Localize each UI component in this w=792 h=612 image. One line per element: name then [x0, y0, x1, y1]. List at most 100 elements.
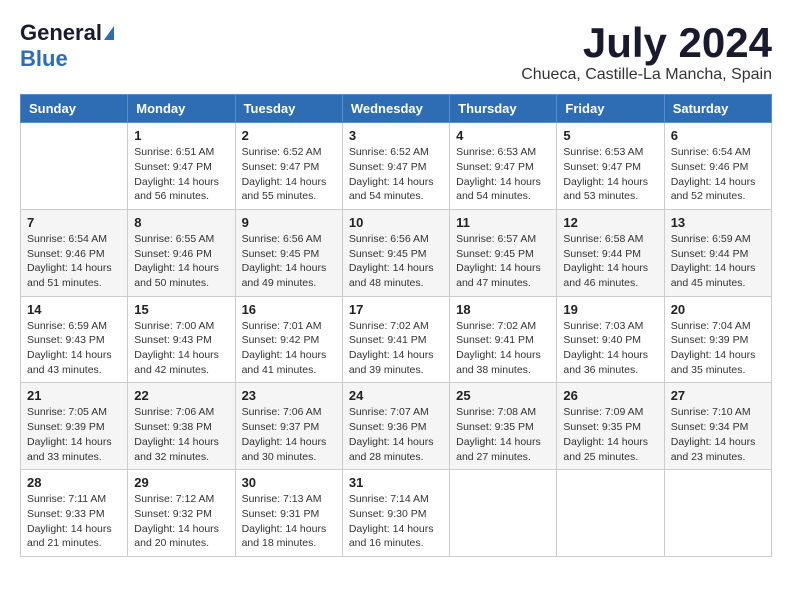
day-number: 20: [671, 302, 765, 317]
calendar-cell: 18 Sunrise: 7:02 AMSunset: 9:41 PMDayligh…: [450, 296, 557, 383]
weekday-header-wednesday: Wednesday: [342, 95, 449, 123]
day-number: 10: [349, 215, 443, 230]
day-number: 4: [456, 128, 550, 143]
day-info: Sunrise: 7:02 AMSunset: 9:41 PMDaylight:…: [349, 319, 443, 378]
weekday-header-thursday: Thursday: [450, 95, 557, 123]
weekday-header-friday: Friday: [557, 95, 664, 123]
day-info: Sunrise: 7:09 AMSunset: 9:35 PMDaylight:…: [563, 405, 657, 464]
calendar-cell: 16Sunrise: 7:01 AMSunset: 9:42 PMDayligh…: [235, 296, 342, 383]
calendar-cell: 11Sunrise: 6:57 AMSunset: 9:45 PMDayligh…: [450, 209, 557, 296]
day-number: 31: [349, 475, 443, 490]
day-info: Sunrise: 6:56 AMSunset: 9:45 PMDaylight:…: [349, 232, 443, 291]
week-row-4: 21 Sunrise: 7:05 AMSunset: 9:39 PMDayligh…: [21, 383, 772, 470]
day-number: 19: [563, 302, 657, 317]
weekday-header-saturday: Saturday: [664, 95, 771, 123]
calendar-cell: 28Sunrise: 7:11 AMSunset: 9:33 PMDayligh…: [21, 470, 128, 557]
calendar-cell: 13Sunrise: 6:59 AMSunset: 9:44 PMDayligh…: [664, 209, 771, 296]
logo-general-text: General: [20, 20, 102, 46]
day-number: 5: [563, 128, 657, 143]
day-number: 9: [242, 215, 336, 230]
day-info: Sunrise: 6:57 AMSunset: 9:45 PMDaylight:…: [456, 232, 550, 291]
calendar-cell: 19 Sunrise: 7:03 AMSunset: 9:40 PMDayligh…: [557, 296, 664, 383]
day-info: Sunrise: 6:59 AMSunset: 9:43 PMDaylight:…: [27, 319, 121, 378]
day-number: 26: [563, 388, 657, 403]
day-number: 12: [563, 215, 657, 230]
weekday-header-tuesday: Tuesday: [235, 95, 342, 123]
calendar-cell: 23 Sunrise: 7:06 AMSunset: 9:37 PMDayligh…: [235, 383, 342, 470]
day-number: 2: [242, 128, 336, 143]
day-info: Sunrise: 6:53 AMSunset: 9:47 PMDaylight:…: [563, 145, 657, 204]
calendar-cell: 29 Sunrise: 7:12 AMSunset: 9:32 PMDayligh…: [128, 470, 235, 557]
calendar-cell: 27 Sunrise: 7:10 AMSunset: 9:34 PMDayligh…: [664, 383, 771, 470]
calendar-cell: [557, 470, 664, 557]
week-row-2: 7 Sunrise: 6:54 AMSunset: 9:46 PMDaylight…: [21, 209, 772, 296]
calendar-cell: 31 Sunrise: 7:14 AMSunset: 9:30 PMDayligh…: [342, 470, 449, 557]
day-info: Sunrise: 6:54 AMSunset: 9:46 PMDaylight:…: [27, 232, 121, 291]
day-number: 7: [27, 215, 121, 230]
day-number: 14: [27, 302, 121, 317]
calendar-cell: 22Sunrise: 7:06 AMSunset: 9:38 PMDayligh…: [128, 383, 235, 470]
calendar-cell: 17Sunrise: 7:02 AMSunset: 9:41 PMDayligh…: [342, 296, 449, 383]
day-info: Sunrise: 6:51 AMSunset: 9:47 PMDaylight:…: [134, 145, 228, 204]
calendar-cell: 10 Sunrise: 6:56 AMSunset: 9:45 PMDayligh…: [342, 209, 449, 296]
month-title: July 2024: [521, 20, 772, 66]
calendar-cell: [21, 123, 128, 210]
calendar-cell: 2 Sunrise: 6:52 AMSunset: 9:47 PMDaylight…: [235, 123, 342, 210]
calendar-cell: 8Sunrise: 6:55 AMSunset: 9:46 PMDaylight…: [128, 209, 235, 296]
day-number: 27: [671, 388, 765, 403]
calendar-cell: [450, 470, 557, 557]
day-number: 25: [456, 388, 550, 403]
calendar-cell: 20 Sunrise: 7:04 AMSunset: 9:39 PMDayligh…: [664, 296, 771, 383]
calendar-cell: 21 Sunrise: 7:05 AMSunset: 9:39 PMDayligh…: [21, 383, 128, 470]
day-number: 24: [349, 388, 443, 403]
day-info: Sunrise: 7:06 AMSunset: 9:37 PMDaylight:…: [242, 405, 336, 464]
day-info: Sunrise: 7:14 AMSunset: 9:30 PMDaylight:…: [349, 492, 443, 551]
title-area: July 2024 Chueca, Castille-La Mancha, Sp…: [521, 20, 772, 84]
day-number: 23: [242, 388, 336, 403]
day-info: Sunrise: 6:55 AMSunset: 9:46 PMDaylight:…: [134, 232, 228, 291]
day-info: Sunrise: 7:07 AMSunset: 9:36 PMDaylight:…: [349, 405, 443, 464]
day-info: Sunrise: 6:58 AMSunset: 9:44 PMDaylight:…: [563, 232, 657, 291]
day-info: Sunrise: 7:12 AMSunset: 9:32 PMDaylight:…: [134, 492, 228, 551]
day-number: 1: [134, 128, 228, 143]
day-info: Sunrise: 7:05 AMSunset: 9:39 PMDaylight:…: [27, 405, 121, 464]
calendar-cell: 6Sunrise: 6:54 AMSunset: 9:46 PMDaylight…: [664, 123, 771, 210]
calendar-cell: 26 Sunrise: 7:09 AMSunset: 9:35 PMDayligh…: [557, 383, 664, 470]
day-info: Sunrise: 6:56 AMSunset: 9:45 PMDaylight:…: [242, 232, 336, 291]
day-info: Sunrise: 6:52 AMSunset: 9:47 PMDaylight:…: [349, 145, 443, 204]
day-number: 18: [456, 302, 550, 317]
day-info: Sunrise: 6:54 AMSunset: 9:46 PMDaylight:…: [671, 145, 765, 204]
location-title: Chueca, Castille-La Mancha, Spain: [521, 66, 772, 84]
day-info: Sunrise: 7:00 AMSunset: 9:43 PMDaylight:…: [134, 319, 228, 378]
calendar-cell: 15 Sunrise: 7:00 AMSunset: 9:43 PMDayligh…: [128, 296, 235, 383]
calendar-cell: 14 Sunrise: 6:59 AMSunset: 9:43 PMDayligh…: [21, 296, 128, 383]
calendar-cell: 5 Sunrise: 6:53 AMSunset: 9:47 PMDaylight…: [557, 123, 664, 210]
week-row-5: 28Sunrise: 7:11 AMSunset: 9:33 PMDayligh…: [21, 470, 772, 557]
day-info: Sunrise: 6:52 AMSunset: 9:47 PMDaylight:…: [242, 145, 336, 204]
day-info: Sunrise: 7:02 AMSunset: 9:41 PMDaylight:…: [456, 319, 550, 378]
weekday-header-row: SundayMondayTuesdayWednesdayThursdayFrid…: [21, 95, 772, 123]
calendar-cell: 9 Sunrise: 6:56 AMSunset: 9:45 PMDaylight…: [235, 209, 342, 296]
day-info: Sunrise: 7:10 AMSunset: 9:34 PMDaylight:…: [671, 405, 765, 464]
weekday-header-sunday: Sunday: [21, 95, 128, 123]
day-number: 16: [242, 302, 336, 317]
day-info: Sunrise: 7:08 AMSunset: 9:35 PMDaylight:…: [456, 405, 550, 464]
week-row-1: 1 Sunrise: 6:51 AMSunset: 9:47 PMDaylight…: [21, 123, 772, 210]
day-info: Sunrise: 7:03 AMSunset: 9:40 PMDaylight:…: [563, 319, 657, 378]
calendar-cell: 7 Sunrise: 6:54 AMSunset: 9:46 PMDaylight…: [21, 209, 128, 296]
day-number: 29: [134, 475, 228, 490]
calendar-cell: 24 Sunrise: 7:07 AMSunset: 9:36 PMDayligh…: [342, 383, 449, 470]
calendar-cell: 1 Sunrise: 6:51 AMSunset: 9:47 PMDaylight…: [128, 123, 235, 210]
day-number: 30: [242, 475, 336, 490]
logo-arrow-icon: [104, 26, 114, 40]
day-info: Sunrise: 7:13 AMSunset: 9:31 PMDaylight:…: [242, 492, 336, 551]
day-number: 15: [134, 302, 228, 317]
calendar-cell: 4Sunrise: 6:53 AMSunset: 9:47 PMDaylight…: [450, 123, 557, 210]
day-info: Sunrise: 6:59 AMSunset: 9:44 PMDaylight:…: [671, 232, 765, 291]
calendar-table: SundayMondayTuesdayWednesdayThursdayFrid…: [20, 94, 772, 557]
day-info: Sunrise: 7:04 AMSunset: 9:39 PMDaylight:…: [671, 319, 765, 378]
day-number: 21: [27, 388, 121, 403]
calendar-cell: 12 Sunrise: 6:58 AMSunset: 9:44 PMDayligh…: [557, 209, 664, 296]
logo-blue-text: Blue: [20, 46, 68, 72]
day-number: 3: [349, 128, 443, 143]
